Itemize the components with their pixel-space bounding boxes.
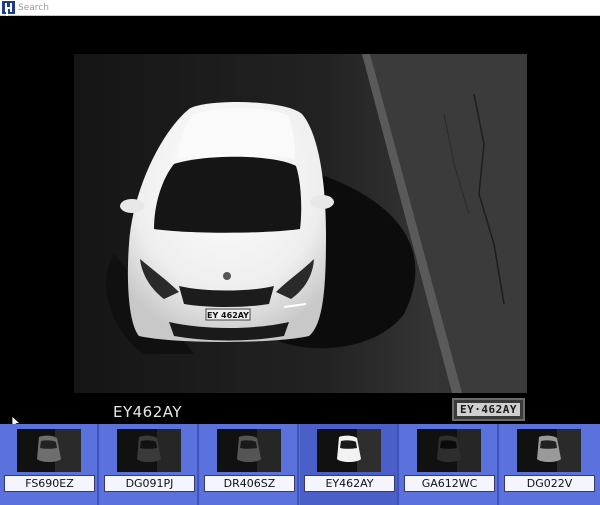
thumbnail-item[interactable]: GA612WC [400,424,499,505]
thumbnail-plate-label: EY462AY [304,475,395,492]
vehicle-image: EY 462AY [74,54,527,393]
thumbnail-strip: FS690EZ DG091PJ DR406SZ EY462AY GA612WC … [0,424,600,505]
title-bar: Search [0,0,600,16]
thumbnail-image [17,429,81,472]
thumbnail-plate-label: DG022V [504,475,595,492]
thumbnail-image [517,429,581,472]
plate-crop-text: EY·462AY [457,403,520,416]
thumbnail-plate-label: DG091PJ [104,475,195,492]
thumbnail-item[interactable]: DR406SZ [200,424,299,505]
thumbnail-image [117,429,181,472]
plate-crop-image: EY·462AY [452,398,525,421]
thumbnail-plate-label: FS690EZ [4,475,95,492]
thumbnail-plate-label: GA612WC [404,475,495,492]
thumbnail-image [417,429,481,472]
thumbnail-item-selected[interactable]: EY462AY [300,424,399,505]
vehicle-snapshot[interactable]: EY 462AY [74,54,527,393]
image-viewer: EY 462AY EY462AY EY·462AY [0,17,600,429]
thumbnail-item[interactable]: DG091PJ [100,424,199,505]
thumbnail-item[interactable]: FS690EZ [0,424,99,505]
thumbnail-image [217,429,281,472]
recognized-plate-text: EY462AY [113,403,183,421]
thumbnail-plate-label: DR406SZ [204,475,295,492]
window-title: Search [18,3,49,13]
car-plate: EY 462AY [207,311,249,320]
app-icon[interactable] [2,1,15,14]
thumbnail-item[interactable]: DG022V [500,424,600,505]
thumbnail-image [317,429,381,472]
